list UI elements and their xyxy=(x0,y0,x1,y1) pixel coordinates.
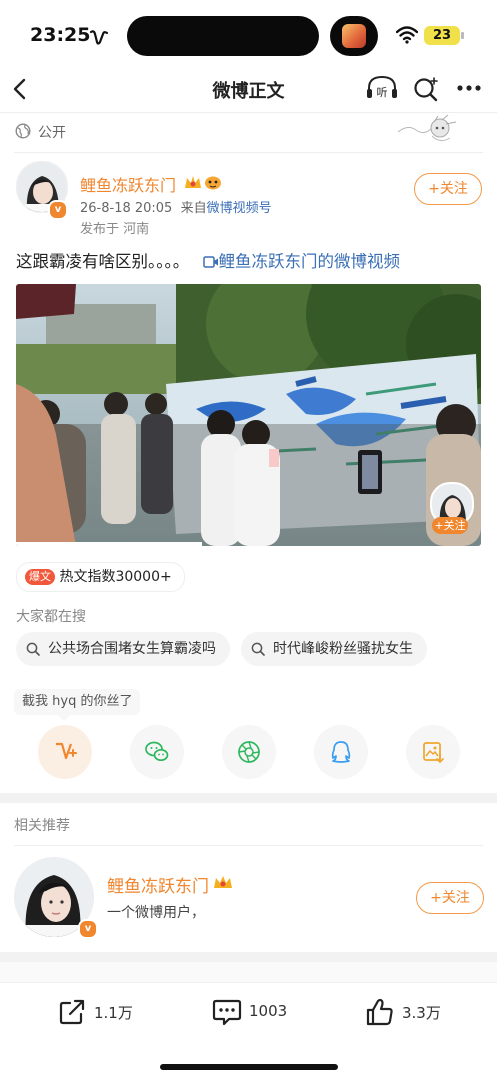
related-follow-button[interactable]: +关注 xyxy=(416,882,484,914)
qq-icon xyxy=(331,741,351,763)
video-follow-button[interactable]: +关注 xyxy=(432,517,468,534)
like-action[interactable]: 3.3万 xyxy=(366,996,456,1028)
battery-indicator: 23 xyxy=(424,26,460,45)
search-chip[interactable]: 公共场合围堵女生算霸凌吗 xyxy=(16,632,230,666)
search-chip-label: 公共场合围堵女生算霸凌吗 xyxy=(48,641,216,657)
visibility-divider xyxy=(14,152,483,153)
searches-title: 大家都在搜 xyxy=(16,609,86,625)
search-icon xyxy=(26,642,40,656)
post-meta: 26-8-18 20:05 来自微博视频号 xyxy=(80,197,272,216)
share-icon xyxy=(59,999,85,1025)
tooltip-arrow xyxy=(58,715,70,721)
related-divider xyxy=(14,845,483,846)
save-image-button[interactable] xyxy=(406,725,460,779)
moments-icon xyxy=(238,741,260,763)
follow-button[interactable]: +关注 xyxy=(414,173,482,205)
video-thumbnail xyxy=(16,284,481,546)
more-icon[interactable] xyxy=(456,84,482,92)
comment-icon xyxy=(212,999,242,1026)
qq-share-button[interactable] xyxy=(314,725,368,779)
wechat-icon xyxy=(145,741,169,762)
status-time: 23:25 xyxy=(30,24,91,46)
related-name[interactable]: 鲤鱼冻跃东门 xyxy=(107,872,209,897)
source-link[interactable]: 微博视频号 xyxy=(207,201,272,216)
hot-index-tag[interactable]: 爆文 热文指数30000+ xyxy=(16,562,185,592)
partial-content-behind-bar xyxy=(0,962,497,982)
repost-icon xyxy=(56,742,77,760)
home-indicator[interactable] xyxy=(160,1064,338,1070)
battery-cap xyxy=(461,32,464,39)
video-link[interactable]: 鲤鱼冻跃东门的微博视频 xyxy=(219,252,401,271)
dynamic-island xyxy=(127,16,319,56)
nav-divider xyxy=(0,112,497,113)
like-thumb-icon xyxy=(366,998,393,1026)
hot-index-text: 热文指数30000+ xyxy=(59,569,172,585)
section-separator xyxy=(0,793,497,803)
verified-badge: v xyxy=(48,200,68,220)
share-action[interactable]: 1.1万 xyxy=(58,996,148,1028)
share-count: 1.1万 xyxy=(94,1004,133,1022)
search-chip-label: 时代峰峻粉丝骚扰女生 xyxy=(273,641,413,657)
sleep-mode-icon xyxy=(89,30,109,45)
search-icon xyxy=(251,642,265,656)
related-desc: 一个微博用户， xyxy=(107,905,205,921)
search-icon[interactable] xyxy=(413,76,439,102)
post-location: 发布于 河南 xyxy=(80,222,150,237)
wechat-share-button[interactable] xyxy=(130,725,184,779)
comment-action[interactable]: 1003 xyxy=(212,996,302,1028)
svg-text:听: 听 xyxy=(377,86,388,99)
member-badges-icon xyxy=(185,176,221,190)
wifi-icon xyxy=(396,26,418,44)
section-separator xyxy=(0,952,497,962)
author-name[interactable]: 鲤鱼冻跃东门 xyxy=(80,172,176,196)
like-count: 3.3万 xyxy=(402,1004,441,1022)
repost-button[interactable] xyxy=(38,725,92,779)
verified-badge: v xyxy=(78,919,98,939)
moments-share-button[interactable] xyxy=(222,725,276,779)
member-crown-icon xyxy=(214,876,232,888)
globe-icon xyxy=(15,123,31,139)
post-text: 这跟霸凌有啥区别。。。。 xyxy=(16,252,190,271)
search-chip[interactable]: 时代峰峻粉丝骚扰女生 xyxy=(241,632,427,666)
source-prefix: 来自 xyxy=(180,201,207,216)
hot-badge: 爆文 xyxy=(25,569,55,585)
listen-headphone-icon[interactable]: 听 xyxy=(366,75,398,101)
video-player[interactable] xyxy=(16,284,481,546)
post-date: 26-8-18 20:05 xyxy=(80,201,173,216)
visibility-label: 公开 xyxy=(38,125,66,141)
related-title: 相关推荐 xyxy=(14,818,70,834)
decoration-sticker xyxy=(397,114,457,142)
comment-count: 1003 xyxy=(249,1002,288,1020)
save-image-icon xyxy=(423,742,444,764)
share-tooltip: 截我 hyq 的你丝了 xyxy=(14,689,141,715)
post-text-line: 这跟霸凌有啥区别。。。。 鲤鱼冻跃东门的微博视频 xyxy=(16,248,400,272)
video-link-icon xyxy=(202,256,218,268)
dynamic-island-app-activity[interactable] xyxy=(330,16,378,56)
